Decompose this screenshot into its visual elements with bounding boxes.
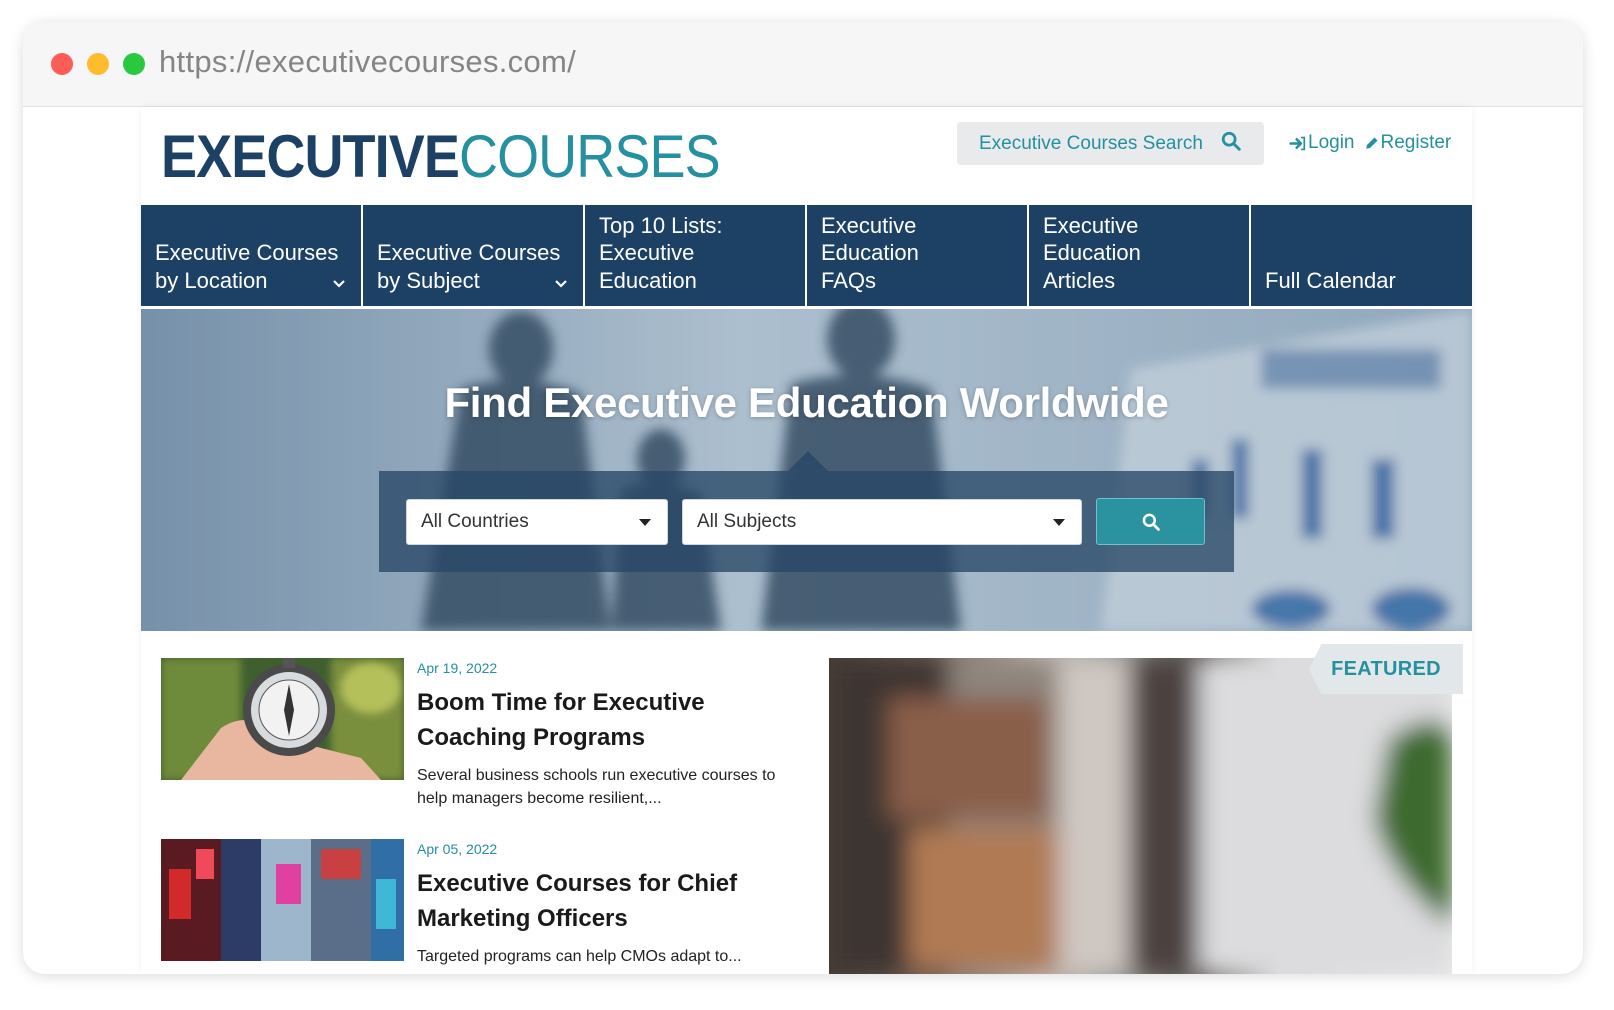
auth-links: Login Register: [1289, 132, 1451, 154]
sign-in-icon: [1289, 136, 1306, 150]
featured-image: [829, 658, 1452, 974]
close-window-button[interactable]: [51, 53, 73, 75]
site-search-button[interactable]: Executive Courses Search: [957, 122, 1264, 165]
chevron-down-icon: [333, 280, 345, 288]
nav-item-full-calendar[interactable]: Full Calendar: [1251, 205, 1472, 306]
nav-item-courses-by-subject[interactable]: Executive Courses by Subject: [363, 205, 583, 306]
web-page: EXECUTIVECOURSES Executive Courses Searc…: [141, 107, 1472, 974]
search-icon: [1221, 131, 1241, 151]
login-label: Login: [1308, 132, 1355, 153]
address-bar[interactable]: https://executivecourses.com/: [159, 44, 576, 80]
caret-down-icon: [1053, 519, 1065, 526]
article-date: Apr 19, 2022: [417, 660, 498, 676]
article-title[interactable]: Executive Courses for Chief Marketing Of…: [417, 866, 777, 936]
browser-toolbar: https://executivecourses.com/: [23, 22, 1583, 107]
browser-window: https://executivecourses.com/ EXECUTIVEC…: [23, 22, 1583, 974]
compass-image: [161, 658, 404, 780]
site-logo[interactable]: EXECUTIVECOURSES: [161, 123, 721, 190]
nav-item-label: Top 10 Lists: Executive Education: [599, 212, 723, 293]
nav-item-label: Executive Courses by Subject: [377, 240, 561, 293]
hero-title: Find Executive Education Worldwide: [444, 379, 1169, 426]
article-thumbnail-times-square[interactable]: [161, 839, 404, 961]
logo-text-executive: EXECUTIVE: [161, 123, 460, 190]
minimize-window-button[interactable]: [87, 53, 109, 75]
chevron-down-icon: [555, 280, 567, 288]
featured-article-image[interactable]: [829, 658, 1452, 974]
nav-item-label: Executive Education FAQs: [821, 212, 919, 293]
site-search-label: Executive Courses Search: [979, 132, 1203, 154]
search-icon: [1142, 513, 1160, 531]
nav-item-courses-by-location[interactable]: Executive Courses by Location: [141, 205, 361, 306]
times-square-image: [161, 839, 404, 961]
featured-badge: FEATURED: [1309, 644, 1463, 694]
course-search-button[interactable]: [1096, 498, 1205, 545]
subject-select[interactable]: All Subjects: [682, 499, 1082, 545]
hero-banner: Find Executive Education Worldwide All C…: [141, 309, 1472, 631]
nav-item-faqs[interactable]: Executive Education FAQs: [807, 205, 1027, 306]
article-excerpt: Targeted programs can help CMOs adapt to…: [417, 948, 742, 965]
login-link[interactable]: Login: [1289, 132, 1355, 154]
caret-down-icon: [639, 519, 651, 526]
nav-item-top-10-lists[interactable]: Top 10 Lists: Executive Education: [585, 205, 805, 306]
nav-item-label: Full Calendar: [1265, 267, 1396, 293]
main-navigation: Executive Courses by Location Executive …: [141, 205, 1472, 306]
logo-text-courses: COURSES: [458, 123, 721, 190]
panel-notch: [788, 451, 828, 471]
nav-item-label: Executive Courses by Location: [155, 240, 339, 293]
country-select-value: All Countries: [421, 511, 529, 532]
nav-item-articles[interactable]: Executive Education Articles: [1029, 205, 1249, 306]
article-excerpt: Several business schools run executive c…: [417, 767, 776, 807]
article-thumbnail-compass[interactable]: [161, 658, 404, 780]
register-label: Register: [1380, 132, 1452, 153]
country-select[interactable]: All Countries: [406, 499, 668, 545]
nav-item-label: Executive Education Articles: [1043, 212, 1141, 293]
article-title[interactable]: Boom Time for Executive Coaching Program…: [417, 685, 777, 755]
maximize-window-button[interactable]: [123, 53, 145, 75]
register-link[interactable]: Register: [1364, 132, 1452, 154]
article-date: Apr 05, 2022: [417, 841, 498, 857]
course-search-panel: All Countries All Subjects: [379, 451, 1234, 572]
subject-select-value: All Subjects: [697, 511, 797, 532]
pencil-icon: [1365, 137, 1377, 149]
